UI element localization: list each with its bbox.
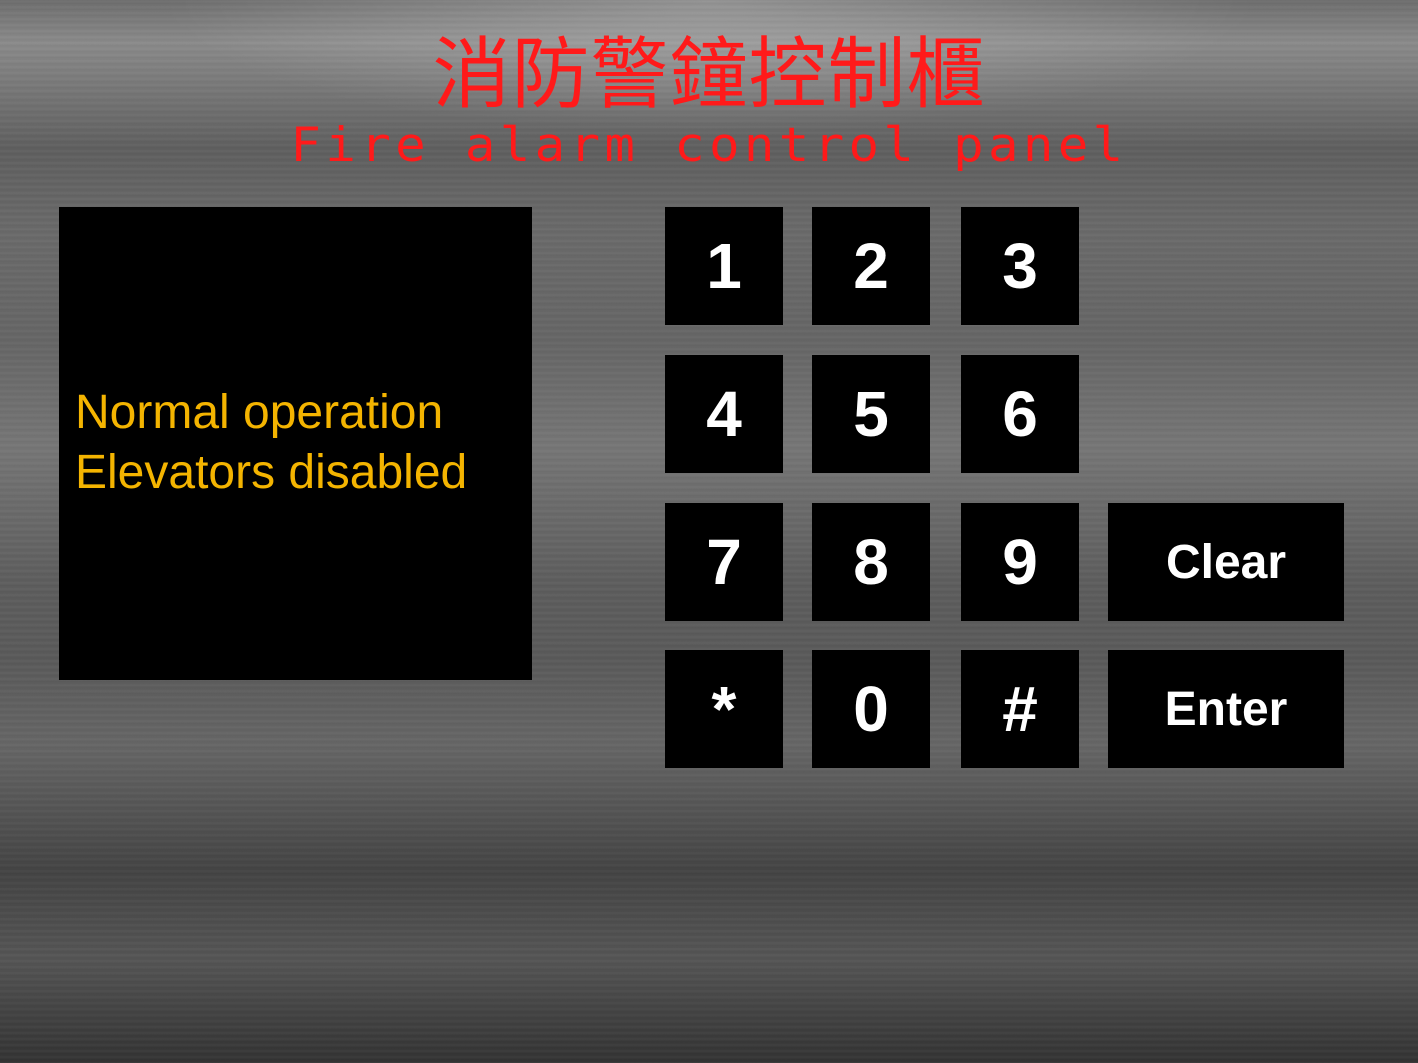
panel-title-chinese: 消防警鐘控制櫃 xyxy=(432,30,986,120)
status-display: Normal operation Elevators disabled xyxy=(59,207,532,680)
keypad-button-3[interactable]: 3 xyxy=(961,207,1079,325)
keypad-button-1[interactable]: 1 xyxy=(665,207,783,325)
keypad-button-5[interactable]: 5 xyxy=(812,355,930,473)
enter-button[interactable]: Enter xyxy=(1108,650,1344,768)
keypad-button-0[interactable]: 0 xyxy=(812,650,930,768)
panel-title-english: Fire alarm control panel xyxy=(290,118,1128,173)
clear-button[interactable]: Clear xyxy=(1108,503,1344,621)
keypad-button-hash[interactable]: # xyxy=(961,650,1079,768)
keypad-button-2[interactable]: 2 xyxy=(812,207,930,325)
keypad-button-4[interactable]: 4 xyxy=(665,355,783,473)
keypad-button-9[interactable]: 9 xyxy=(961,503,1079,621)
status-line-operation: Normal operation xyxy=(75,386,444,439)
status-line-elevators: Elevators disabled xyxy=(75,446,468,499)
keypad-button-6[interactable]: 6 xyxy=(961,355,1079,473)
keypad-button-7[interactable]: 7 xyxy=(665,503,783,621)
keypad-button-star[interactable]: * xyxy=(665,650,783,768)
keypad-button-8[interactable]: 8 xyxy=(812,503,930,621)
